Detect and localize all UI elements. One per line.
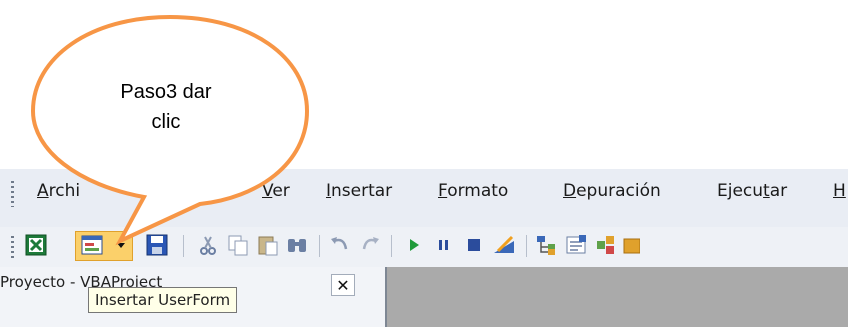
undo-icon[interactable] [328,233,352,257]
toolbar-separator [319,235,320,257]
paste-icon[interactable] [256,233,280,257]
toolbar-separator [526,235,527,257]
close-icon[interactable]: ✕ [331,274,355,296]
menu-depuracion[interactable]: Depuración [563,181,661,201]
pause-icon[interactable] [432,233,456,257]
toolbox-icon[interactable] [622,233,640,257]
callout-line1: Paso3 dar [120,81,212,103]
menu-archivo[interactable]: Archi [37,181,80,201]
cut-icon[interactable] [196,233,220,257]
callout-line2: clic [151,111,181,133]
menu-bar: Archi Ver Insertar Formato Depuración Ej… [0,169,848,227]
stop-icon[interactable] [462,233,486,257]
menu-ayuda[interactable]: H [833,181,846,201]
toolbar-separator [183,235,184,257]
insert-userform-tooltip: Insertar UserForm [88,287,238,313]
object-browser-icon[interactable] [594,233,618,257]
dropdown-arrow-icon[interactable] [112,233,130,257]
standard-toolbar [0,227,848,267]
insert-userform-icon[interactable] [80,233,104,257]
menu-ver[interactable]: Ver [262,181,290,201]
save-icon[interactable] [145,233,169,257]
properties-icon[interactable] [564,233,588,257]
design-mode-icon[interactable] [492,233,516,257]
menu-insertar[interactable]: Insertar [326,181,392,201]
copy-icon[interactable] [226,233,250,257]
toolbar-grip[interactable] [11,236,14,260]
menu-grip[interactable] [11,181,14,207]
menu-formato[interactable]: Formato [438,181,508,201]
workspace-area [385,267,848,327]
redo-icon[interactable] [358,233,382,257]
toolbar-separator [391,235,392,257]
callout-text: Paso3 dar clic [76,77,256,137]
find-icon[interactable] [285,233,309,257]
excel-icon[interactable] [24,233,48,257]
menu-ejecutar[interactable]: Ejecutar [717,181,787,201]
run-icon[interactable] [402,233,426,257]
project-explorer-icon[interactable] [534,233,558,257]
